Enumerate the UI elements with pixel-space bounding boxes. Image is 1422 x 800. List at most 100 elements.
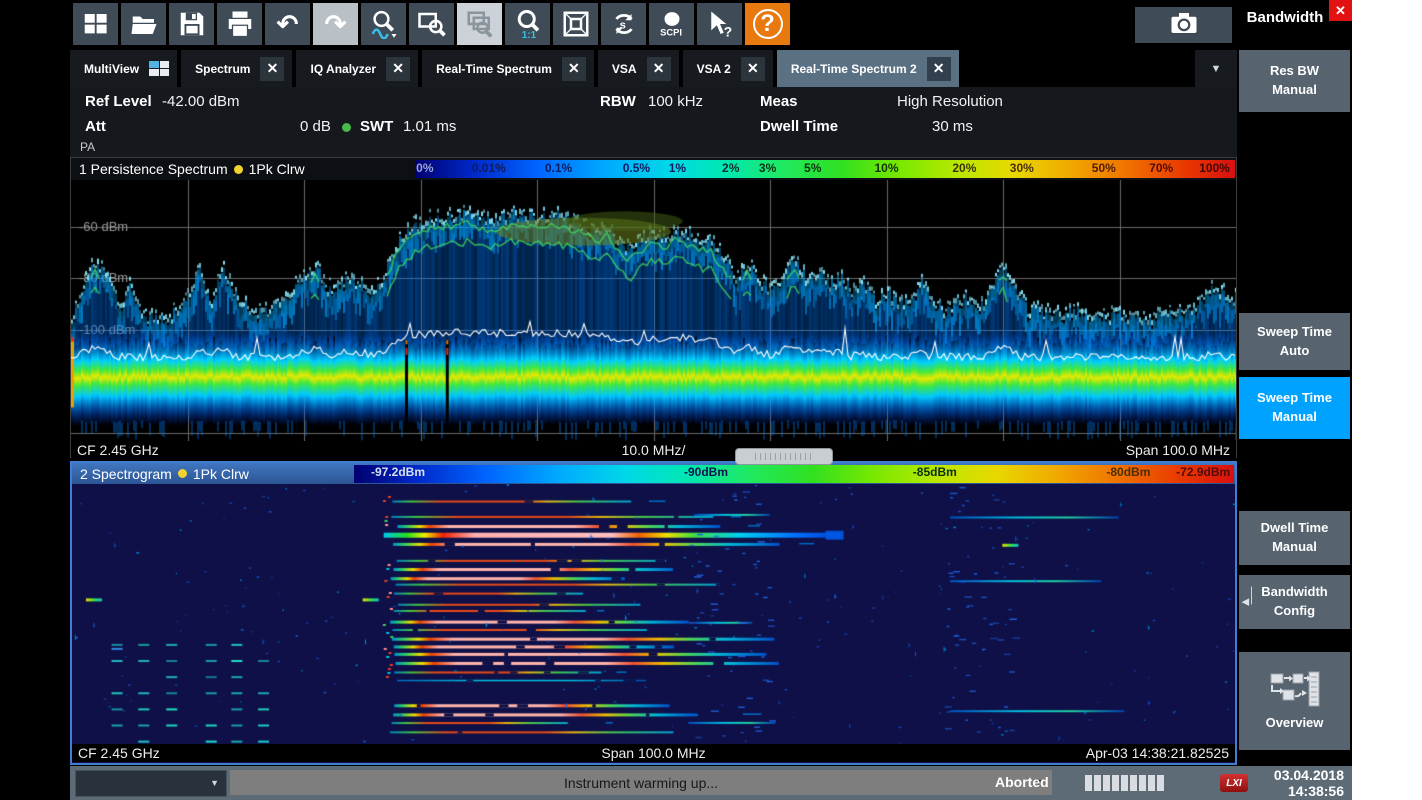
analyzer-screen: ↶↷ 1:1 s SCPI?? MultiView Spectrum✕IQ Analyz… — [0, 0, 1422, 800]
softkey-dwell-time-manual[interactable]: Dwell Time Manual — [1239, 511, 1350, 565]
pointer-help-button[interactable]: ? — [697, 3, 742, 45]
help-button[interactable]: ? — [745, 3, 790, 45]
settings-header: Ref Level -42.00 dBm RBW 100 kHz Meas Hi… — [70, 87, 1237, 157]
persistence-window-header[interactable]: 1 Persistence Spectrum 1Pk Clrw 0%0.01%0… — [71, 158, 1236, 180]
tab-spectrum[interactable]: Spectrum✕ — [181, 50, 292, 87]
close-menu-button[interactable]: ✕ — [1329, 0, 1352, 21]
continuous-sweep-icon: s — [609, 9, 639, 39]
scale-label: -80dBm — [1106, 465, 1150, 479]
time-value: 14:38:56 — [1274, 783, 1344, 799]
softkey-label: Sweep Time Auto — [1257, 323, 1332, 361]
att-value[interactable]: 0 dB — [300, 118, 331, 135]
status-bar: ▼ Instrument warming up... ▼ Aborted LXI… — [70, 766, 1352, 800]
meas-label: Meas — [760, 93, 798, 110]
softkey-bandwidth-config[interactable]: ◀Bandwidth Config — [1239, 575, 1350, 629]
tab-close-button[interactable]: ✕ — [741, 57, 765, 81]
softkey-res-bw-manual[interactable]: Res BW Manual — [1239, 50, 1350, 112]
trace1-dot-icon — [234, 165, 243, 174]
chevron-down-icon: ▼ — [210, 778, 219, 788]
tab-close-button[interactable]: ✕ — [386, 57, 410, 81]
scpi-button[interactable]: SCPI — [649, 3, 694, 45]
scale-label: 5% — [804, 161, 821, 175]
help-icon: ? — [753, 9, 783, 39]
redo-button[interactable]: ↷ — [313, 3, 358, 45]
scale-label: 3% — [759, 161, 776, 175]
date-value: 03.04.2018 — [1274, 767, 1344, 783]
softkey-overview[interactable]: Overview — [1239, 652, 1350, 750]
spectrogram-window-header[interactable]: 2 Spectrogram 1Pk Clrw -97.2dBm-90dBm-85… — [72, 463, 1235, 484]
zoom-one-to-one-button[interactable]: 1:1 — [505, 3, 550, 45]
dwell-time-value[interactable]: 30 ms — [932, 118, 973, 135]
save-button[interactable] — [169, 3, 214, 45]
progress-segment — [1103, 775, 1110, 791]
tab-real-time-spectrum[interactable]: Real-Time Spectrum ✕ — [422, 50, 594, 87]
tab-vsa-2[interactable]: VSA 2 ✕ — [683, 50, 773, 87]
zoom-area-button[interactable] — [409, 3, 454, 45]
screen-right-margin — [1352, 0, 1422, 800]
softkey-sweep-time-manual[interactable]: Sweep Time Manual — [1239, 377, 1350, 439]
spectrogram-plot[interactable] — [72, 484, 1235, 744]
softkey-sweep-time-auto[interactable]: Sweep Time Auto — [1239, 313, 1350, 370]
persistence-trace-label: 1Pk Clrw — [249, 161, 305, 177]
spectrogram-window-title: 2 Spectrogram — [80, 466, 172, 482]
zoom-multi-button[interactable] — [457, 3, 502, 45]
svg-text:SCPI: SCPI — [660, 27, 682, 37]
scale-label: -72.9dBm — [1176, 465, 1230, 479]
spectrogram-cf[interactable]: CF 2.45 GHz — [72, 745, 160, 761]
svg-text:?: ? — [723, 25, 731, 40]
tab-label: Real-Time Spectrum — [436, 62, 552, 76]
swt-value[interactable]: 1.01 ms — [403, 118, 456, 135]
spectrogram-span[interactable]: Span 100.0 MHz — [601, 745, 705, 761]
multiview-grid-icon — [149, 61, 169, 76]
progress-segment — [1112, 775, 1119, 791]
spectrogram-window-footer: CF 2.45 GHz Span 100.0 MHz Apr-03 14:38:… — [72, 744, 1235, 762]
sweep-state-label: Aborted — [995, 774, 1049, 790]
pa-indicator: PA — [80, 140, 95, 154]
overview-icon — [1269, 670, 1321, 714]
tab-label: MultiView — [84, 62, 139, 76]
zoom-graph-button[interactable] — [361, 3, 406, 45]
screenshot-button[interactable] — [1135, 7, 1232, 43]
tab-real-time-spectrum-2[interactable]: Real-Time Spectrum 2 ✕ — [777, 50, 959, 87]
window-splitter-handle[interactable] — [735, 448, 833, 465]
tab-multiview[interactable]: MultiView — [70, 50, 177, 87]
meas-value[interactable]: High Resolution — [897, 93, 1003, 110]
undo-button[interactable]: ↶ — [265, 3, 310, 45]
progress-segment — [1130, 775, 1137, 791]
persistence-spectrum-plot[interactable] — [71, 180, 1236, 441]
persistence-cf[interactable]: CF 2.45 GHz — [71, 442, 159, 458]
trace1-dot-icon — [178, 469, 187, 478]
tab-close-button[interactable]: ✕ — [260, 57, 284, 81]
tab-iq-analyzer[interactable]: IQ Analyzer✕ — [296, 50, 418, 87]
rbw-value[interactable]: 100 kHz — [648, 93, 703, 110]
display-frame-button[interactable] — [553, 3, 598, 45]
continuous-sweep-button[interactable]: s — [601, 3, 646, 45]
scale-label: 2% — [722, 161, 739, 175]
tab-vsa[interactable]: VSA ✕ — [598, 50, 679, 87]
tab-label: Real-Time Spectrum 2 — [791, 62, 917, 76]
progress-segment — [1139, 775, 1146, 791]
softkey-label: Res BW Manual — [1270, 62, 1319, 100]
tab-close-button[interactable]: ✕ — [562, 57, 586, 81]
scale-label: -85dBm — [913, 465, 957, 479]
tab-list-dropdown[interactable]: ▼ — [1195, 50, 1237, 87]
rbw-label: RBW — [600, 93, 636, 110]
progress-segment — [1157, 775, 1164, 791]
status-selector-dropdown[interactable]: ▼ — [75, 770, 227, 797]
windows-button[interactable] — [73, 3, 118, 45]
tab-label: VSA — [612, 62, 637, 76]
tab-close-button[interactable]: ✕ — [647, 57, 671, 81]
status-message-dropdown[interactable]: Instrument warming up... ▼ — [230, 770, 1052, 795]
scale-label: 0.1% — [545, 161, 572, 175]
print-button[interactable] — [217, 3, 262, 45]
ref-level-value[interactable]: -42.00 dBm — [162, 93, 240, 110]
spectrogram-window: 2 Spectrogram 1Pk Clrw -97.2dBm-90dBm-85… — [70, 461, 1237, 765]
softkey-label: Dwell Time Manual — [1261, 519, 1329, 557]
scale-label: 0.5% — [623, 161, 650, 175]
persistence-span[interactable]: Span 100.0 MHz — [1126, 442, 1236, 458]
svg-text:s: s — [619, 19, 625, 31]
tab-close-button[interactable]: ✕ — [927, 57, 951, 81]
tab-label: VSA 2 — [697, 62, 731, 76]
open-file-button[interactable] — [121, 3, 166, 45]
scale-label: 0.01% — [472, 161, 506, 175]
